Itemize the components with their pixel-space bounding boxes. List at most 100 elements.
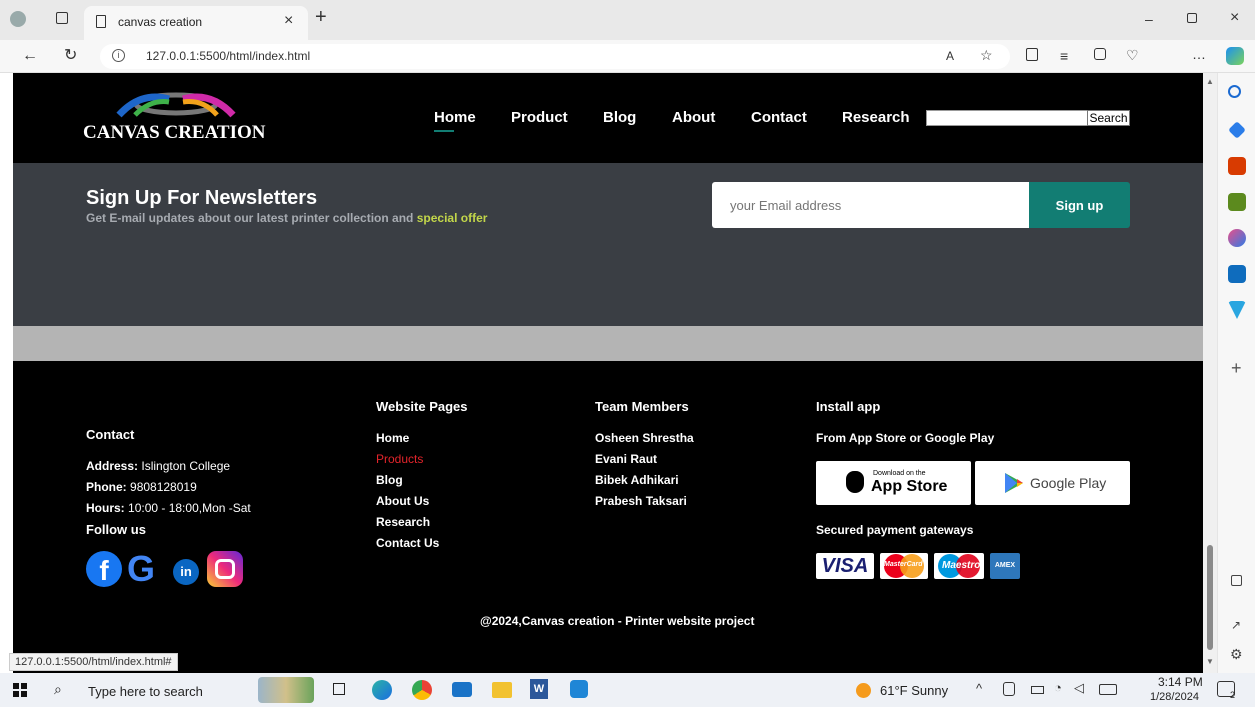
hide-sidebar-icon[interactable] [1231,575,1242,586]
tray-chevron-icon[interactable]: ^ [976,681,982,696]
tab-actions-icon[interactable] [56,12,68,24]
battery-icon[interactable] [1031,686,1044,694]
clock-date[interactable]: 1/28/2024 [1150,691,1199,703]
nav-about[interactable]: About [672,109,715,126]
hours-value: 10:00 - 18:00,Mon -Sat [128,501,251,515]
mail-taskbar-icon[interactable] [452,682,472,697]
read-aloud-icon[interactable]: A [946,48,954,64]
new-tab-icon[interactable]: + [315,7,327,27]
app-store-small-text: Download on the [873,470,926,477]
games-icon[interactable] [1228,193,1246,211]
team-member: Bibek Adhikari [595,473,679,487]
footer-link-blog[interactable]: Blog [376,473,403,487]
drop-icon[interactable] [1228,301,1246,319]
tab-title: canvas creation [118,15,203,29]
phone-value: 9808128019 [130,480,197,494]
hours-label: Hours: [86,501,125,515]
search-button[interactable]: Search [1087,110,1130,126]
keyboard-icon[interactable] [1099,684,1117,695]
shopping-icon[interactable] [1228,121,1246,139]
close-window-icon[interactable]: × [1230,10,1239,26]
search-icon[interactable] [1228,85,1241,98]
word-taskbar-icon[interactable]: W [530,679,548,699]
more-options-icon[interactable]: … [1192,46,1206,62]
collections-icon[interactable] [1094,48,1106,60]
google-play-button[interactable]: Google Play [975,461,1130,505]
minimize-icon[interactable]: – [1145,11,1153,27]
page-scrollbar[interactable]: ▲ ▼ [1203,73,1217,673]
site-header: CANVAS CREATION Home Product Blog About … [13,73,1203,163]
close-tab-icon[interactable]: × [284,12,293,30]
vscode-taskbar-icon[interactable] [570,680,588,698]
signup-button[interactable]: Sign up [1029,182,1130,228]
microsoft-365-icon[interactable] [1228,229,1246,247]
browser-tab[interactable]: canvas creation × [84,6,308,40]
special-offer-highlight: special offer [416,211,488,225]
favorites-list-icon[interactable]: ≡ [1060,48,1068,64]
copyright-text: @2024,Canvas creation - Printer website … [480,614,755,628]
refresh-icon[interactable]: ↻ [64,48,77,64]
email-field[interactable] [712,182,1029,228]
edge-sidebar: + ↗ ⚙ [1217,73,1255,673]
maestro-text: Maestro [942,560,981,571]
footer-link-products[interactable]: Products [376,452,423,466]
nav-home[interactable]: Home [434,109,476,126]
url-field[interactable]: i 127.0.0.1:5500/html/index.html [100,44,1010,69]
outlook-icon[interactable] [1228,265,1246,283]
info-icon[interactable]: i [112,49,125,62]
volume-icon[interactable]: ◁ [1074,680,1084,696]
split-screen-icon[interactable] [1026,48,1038,61]
windows-taskbar: ⌕ Type here to search W 61°F Sunny ^ ◔ ◁… [0,673,1255,707]
site-logo[interactable]: CANVAS CREATION [83,89,273,147]
tools-icon[interactable] [1228,157,1246,175]
profile-icon[interactable] [10,11,26,27]
edge-taskbar-icon[interactable] [372,680,392,700]
facebook-icon[interactable]: f [86,551,122,587]
chrome-taskbar-icon[interactable] [412,680,432,700]
instagram-icon[interactable] [207,551,243,587]
taskbar-search-box[interactable]: ⌕ Type here to search [50,676,242,704]
news-widget-icon[interactable] [258,677,314,703]
google-play-label: Google Play [1030,475,1107,491]
app-store-button[interactable]: Download on the App Store [816,461,971,505]
open-external-icon[interactable]: ↗ [1231,618,1241,632]
site-footer: Contact Address: Islington College Phone… [13,361,1203,673]
scroll-down-arrow-icon[interactable]: ▼ [1206,657,1214,666]
wifi-icon[interactable]: ◔ [1054,680,1062,695]
footer-link-research[interactable]: Research [376,515,430,529]
search-input[interactable] [926,110,1088,126]
apple-icon [846,471,864,493]
footer-link-home[interactable]: Home [376,431,409,445]
secured-payments-label: Secured payment gateways [816,523,974,537]
favorite-star-icon[interactable]: ☆ [980,47,993,63]
task-view-icon[interactable] [333,683,345,695]
footer-link-contact-us[interactable]: Contact Us [376,536,439,550]
add-sidebar-icon[interactable]: + [1231,358,1242,379]
meet-now-icon[interactable] [1003,682,1015,696]
file-explorer-taskbar-icon[interactable] [492,682,512,698]
copilot-icon[interactable] [1226,47,1244,65]
logo-text: CANVAS CREATION [83,122,266,143]
nav-product[interactable]: Product [511,109,568,126]
visa-text: VISA [821,555,869,577]
nav-research[interactable]: Research [842,109,910,126]
weather-sun-icon[interactable] [856,683,871,698]
nav-contact[interactable]: Contact [751,109,807,126]
address-value: Islington College [141,459,231,473]
linkedin-icon[interactable]: in [173,559,199,585]
restore-icon[interactable] [1187,13,1197,23]
web-page: CANVAS CREATION Home Product Blog About … [13,73,1203,673]
install-app-subtitle: From App Store or Google Play [816,431,995,445]
google-icon[interactable]: G [127,549,163,589]
footer-link-about-us[interactable]: About Us [376,494,429,508]
nav-blog[interactable]: Blog [603,109,636,126]
website-pages-heading: Website Pages [376,399,468,414]
scroll-thumb[interactable] [1207,545,1213,650]
back-icon[interactable]: ← [22,48,38,64]
scroll-up-arrow-icon[interactable]: ▲ [1206,77,1214,86]
clock-time[interactable]: 3:14 PM [1158,675,1203,689]
sidebar-settings-icon[interactable]: ⚙ [1230,646,1243,663]
weather-text[interactable]: 61°F Sunny [880,683,948,698]
browser-essentials-icon[interactable]: ♡ [1126,47,1139,63]
windows-start-icon[interactable] [13,683,27,697]
